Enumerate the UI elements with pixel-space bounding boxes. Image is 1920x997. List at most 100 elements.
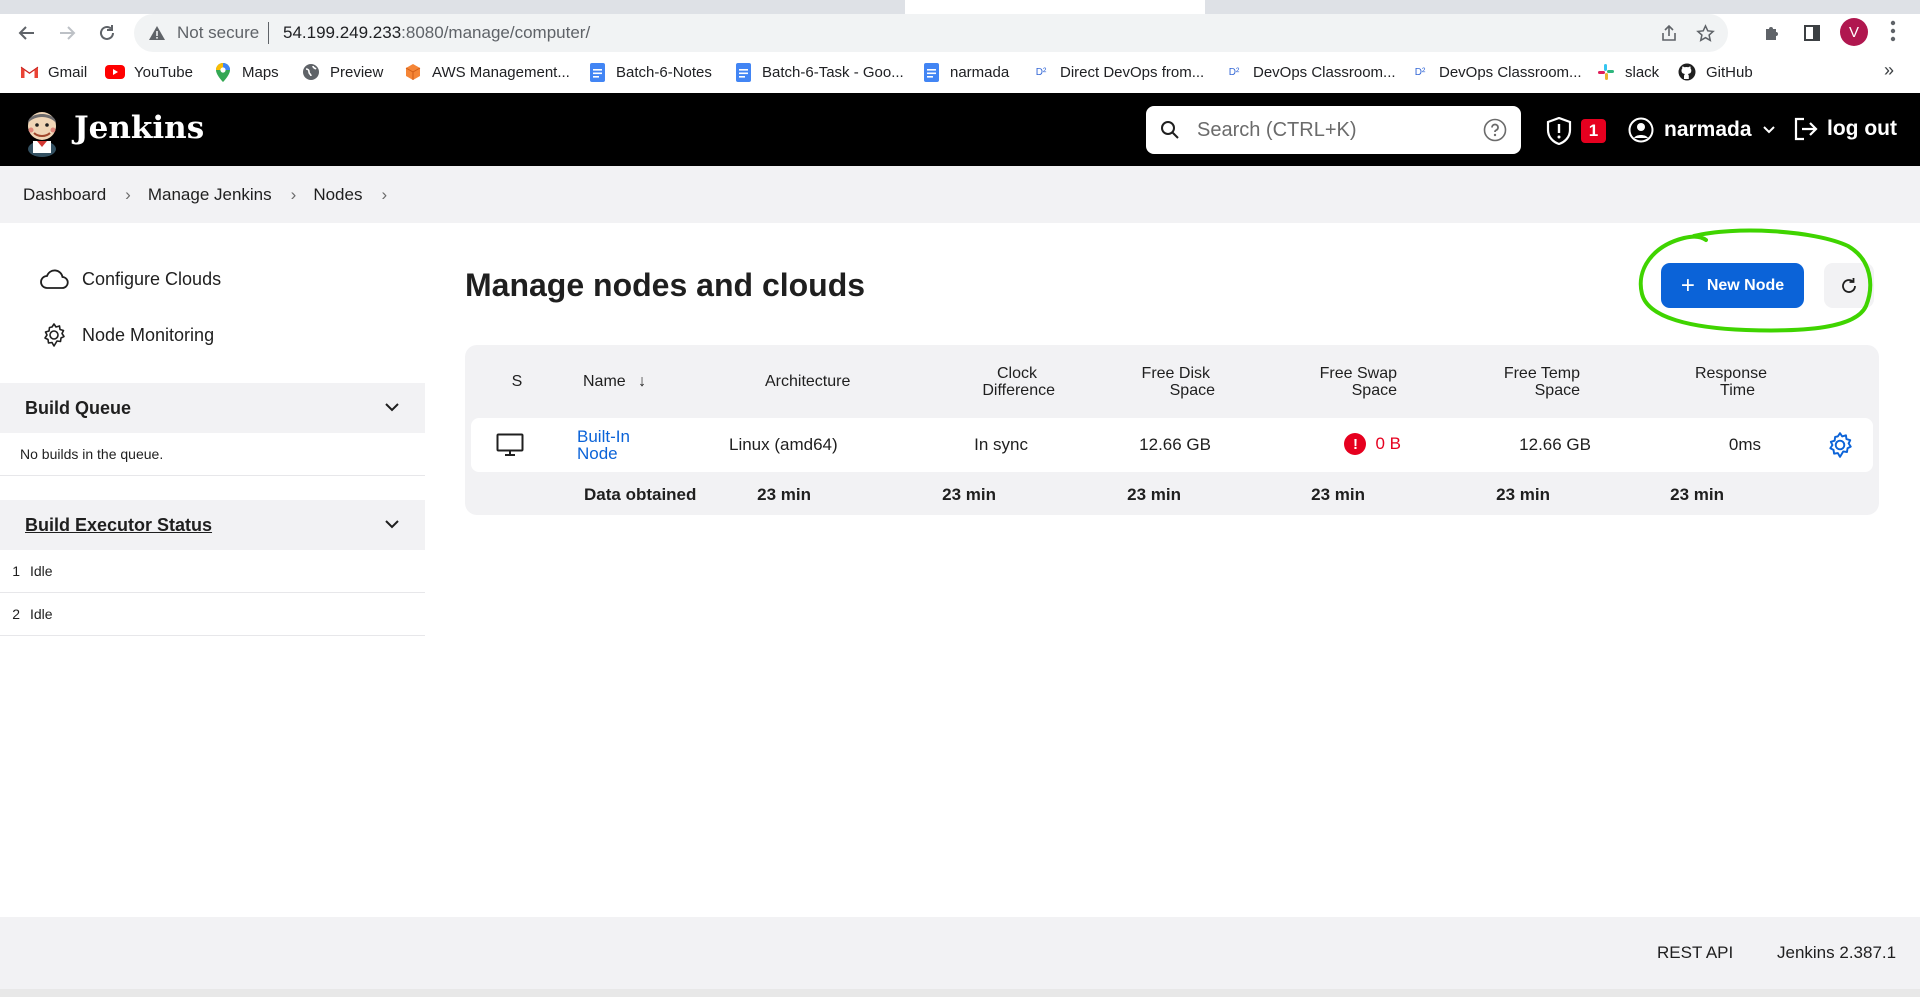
build-queue-empty: No builds in the queue. xyxy=(0,433,425,476)
security-label[interactable]: Not secure xyxy=(177,23,259,43)
search-input[interactable] xyxy=(1197,114,1467,146)
side-panel-button[interactable] xyxy=(1797,18,1827,48)
executor-state: Idle xyxy=(30,563,53,579)
bookmark-label: YouTube xyxy=(134,63,193,81)
bookmark-github[interactable]: GitHub xyxy=(1677,61,1753,83)
user-menu[interactable]: narmada xyxy=(1628,117,1776,143)
logout-link[interactable]: log out xyxy=(1793,117,1897,141)
page-title: Manage nodes and clouds xyxy=(465,267,866,303)
extensions-button[interactable] xyxy=(1757,18,1787,48)
sort-down-arrow-icon: ↓ xyxy=(638,373,647,390)
bookmarks-bar: Gmail YouTube Maps Preview AWS Managemen… xyxy=(0,57,1920,87)
bookmark-slack[interactable]: slack xyxy=(1596,61,1659,83)
bookmark-gmail[interactable]: Gmail xyxy=(19,61,87,83)
bookmark-maps[interactable]: Maps xyxy=(213,61,279,83)
sidebar-item-configure-clouds[interactable]: Configure Clouds xyxy=(39,264,221,294)
address-bar[interactable]: Not secure 54.199.249.233:8080/manage/co… xyxy=(134,14,1728,52)
chevron-right-icon[interactable]: › xyxy=(125,185,131,205)
bookmarks-overflow-button[interactable]: » xyxy=(1884,60,1894,81)
column-header-line: Space xyxy=(1351,382,1397,399)
breadcrumb-dashboard[interactable]: Dashboard xyxy=(23,185,106,205)
browser-tabstrip xyxy=(0,0,1920,14)
build-queue-title: Build Queue xyxy=(25,397,132,418)
bookmark-narmada[interactable]: narmada xyxy=(921,61,1009,83)
column-header-architecture[interactable]: Architecture xyxy=(765,373,850,390)
refresh-status-button[interactable] xyxy=(1824,263,1874,308)
breadcrumb-nodes[interactable]: Nodes xyxy=(313,185,362,205)
gear-icon[interactable] xyxy=(1826,431,1854,459)
column-header-line: Space xyxy=(1534,382,1580,399)
share-icon[interactable] xyxy=(1660,24,1678,42)
column-header-clock-difference[interactable]: Clock Difference xyxy=(915,365,1055,399)
jenkins-version-link[interactable]: Jenkins 2.387.1 xyxy=(1777,943,1896,963)
new-node-label: New Node xyxy=(1706,276,1785,294)
build-executor-status-header[interactable]: Build Executor Status xyxy=(0,500,425,550)
new-node-button[interactable]: + New Node xyxy=(1661,263,1804,308)
bookmark-devops-classroom-1[interactable]: D² DevOps Classroom... xyxy=(1224,61,1396,83)
jenkins-logo-icon[interactable] xyxy=(22,105,62,157)
bookmark-batch-6-notes[interactable]: Batch-6-Notes xyxy=(587,61,712,83)
warning-triangle-icon[interactable] xyxy=(148,25,166,41)
bookmark-devops-classroom-2[interactable]: D² DevOps Classroom... xyxy=(1410,61,1582,83)
data-obtained-architecture: 23 min xyxy=(757,485,811,504)
column-header-response-time[interactable]: Response Time xyxy=(1650,365,1770,399)
bookmark-direct-devops[interactable]: D² Direct DevOps from... xyxy=(1031,61,1204,83)
chevron-down-icon[interactable] xyxy=(383,515,401,533)
profile-avatar[interactable]: V xyxy=(1840,18,1868,46)
reload-button[interactable] xyxy=(92,18,122,48)
column-header-line: Space xyxy=(1169,382,1215,399)
node-response-time: 0ms xyxy=(1728,435,1761,454)
url-text[interactable]: 54.199.249.233:8080/manage/computer/ xyxy=(283,23,590,43)
column-header-line: Free Disk xyxy=(1141,365,1210,382)
column-header-free-swap[interactable]: Free Swap Space xyxy=(1287,365,1407,399)
aws-icon xyxy=(403,63,423,81)
security-shield-icon[interactable] xyxy=(1546,117,1572,145)
data-obtained-response: 23 min xyxy=(1670,485,1724,504)
build-executor-status-title[interactable]: Build Executor Status xyxy=(25,515,212,536)
jenkins-brand[interactable]: Jenkins xyxy=(74,110,204,146)
help-icon[interactable] xyxy=(1483,118,1507,142)
bookmark-label: AWS Management... xyxy=(432,63,570,81)
chevron-down-icon[interactable] xyxy=(383,398,401,416)
column-header-free-temp[interactable]: Free Temp Space xyxy=(1470,365,1590,399)
jenkins-search-box xyxy=(1146,106,1521,154)
bookmark-label: DevOps Classroom... xyxy=(1439,63,1582,81)
bookmark-label: Preview xyxy=(330,63,384,81)
column-header-line: Free Swap xyxy=(1319,365,1397,382)
column-header-free-disk[interactable]: Free Disk Space xyxy=(1105,365,1225,399)
maps-icon xyxy=(213,62,233,82)
bookmark-preview[interactable]: Preview xyxy=(301,61,383,83)
back-button[interactable] xyxy=(12,18,42,48)
bookmark-aws[interactable]: AWS Management... xyxy=(403,61,570,83)
chevron-right-icon[interactable]: › xyxy=(381,185,387,205)
omnibox-divider xyxy=(268,22,269,44)
bookmark-youtube[interactable]: YouTube xyxy=(105,61,193,83)
refresh-icon xyxy=(1842,277,1856,293)
browser-menu-button[interactable] xyxy=(1890,20,1896,47)
sidebar-item-node-monitoring[interactable]: Node Monitoring xyxy=(39,320,214,350)
column-header-name[interactable]: Name ↓ xyxy=(583,373,646,390)
star-icon[interactable] xyxy=(1696,24,1715,43)
column-header-line: Clock xyxy=(996,365,1037,382)
chevron-right-icon[interactable]: › xyxy=(291,185,297,205)
node-name-link[interactable]: Built-In Node xyxy=(577,428,630,462)
forward-button[interactable] xyxy=(52,18,82,48)
arrow-left-icon xyxy=(18,26,34,40)
bookmark-label: Direct DevOps from... xyxy=(1060,63,1205,81)
rest-api-link[interactable]: REST API xyxy=(1657,943,1733,963)
executor-row: 1 Idle xyxy=(0,550,425,593)
node-architecture: Linux (amd64) xyxy=(729,435,838,454)
bookmark-batch-6-task[interactable]: Batch-6-Task - Goo... xyxy=(733,61,904,83)
logout-label: log out xyxy=(1827,117,1897,140)
column-header-status[interactable]: S xyxy=(507,373,527,390)
browser-tab-active[interactable] xyxy=(905,0,1205,14)
bookmark-label: GitHub xyxy=(1706,63,1753,81)
node-free-swap: ! 0 B xyxy=(1201,433,1401,455)
cloud-icon xyxy=(39,268,69,290)
column-header-line: Response xyxy=(1694,365,1767,382)
security-count-badge[interactable]: 1 xyxy=(1581,119,1606,143)
breadcrumb-manage-jenkins[interactable]: Manage Jenkins xyxy=(148,185,272,205)
build-queue-header[interactable]: Build Queue xyxy=(0,383,425,433)
data-obtained-disk: 23 min xyxy=(1127,485,1181,504)
devops-icon: D² xyxy=(1414,66,1426,78)
